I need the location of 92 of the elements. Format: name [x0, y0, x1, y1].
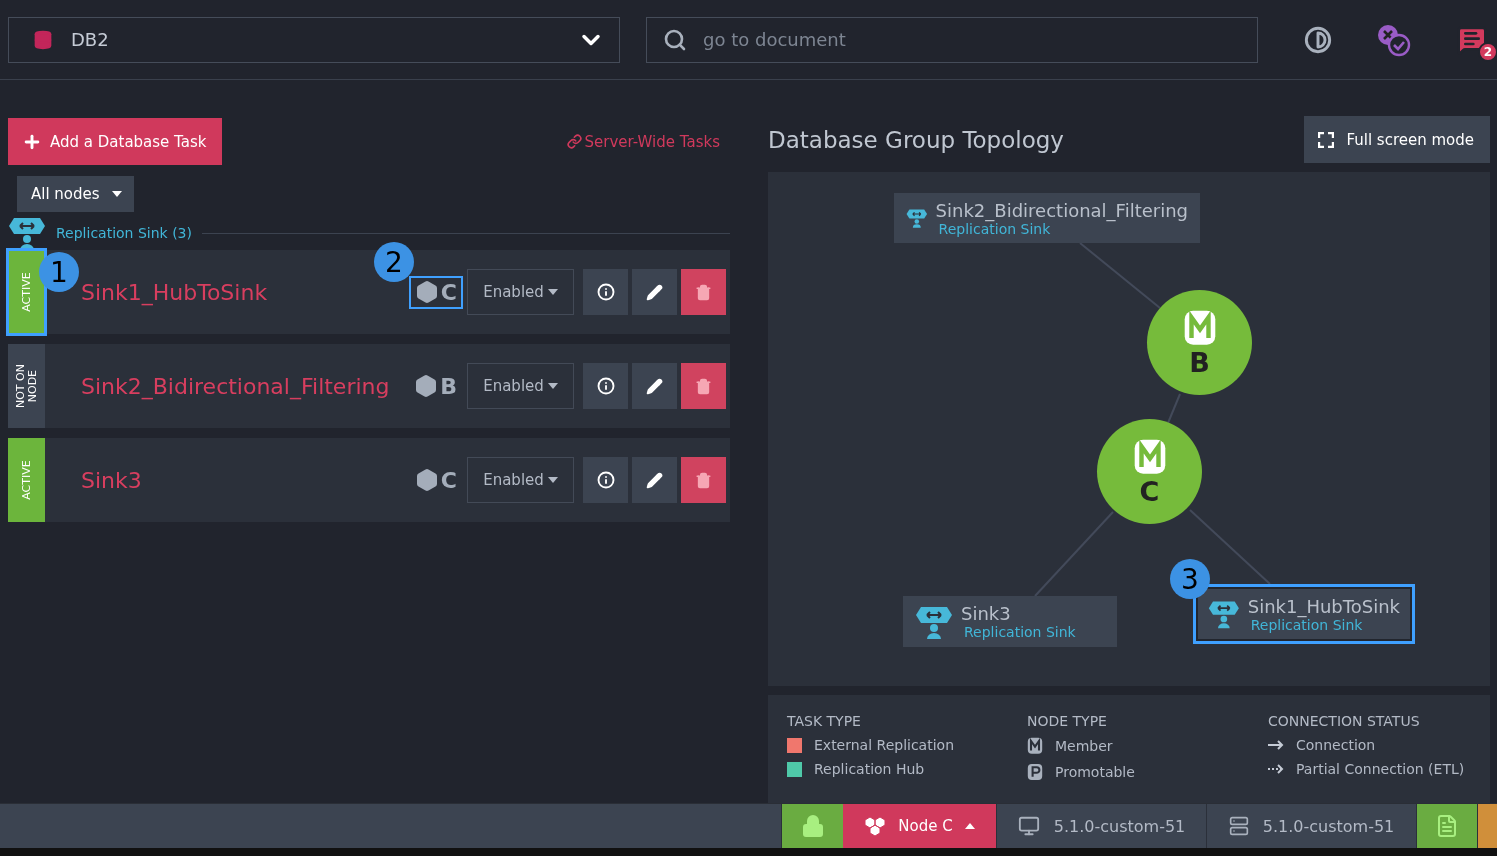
- legend-label: Connection: [1296, 737, 1376, 753]
- database-selector[interactable]: DB2: [8, 16, 620, 63]
- state-dropdown[interactable]: Enabled: [467, 363, 574, 409]
- caret-icon: [547, 477, 558, 483]
- database-node[interactable]: B: [1147, 290, 1252, 395]
- add-task-button[interactable]: Add a Database Task: [8, 118, 223, 165]
- member-icon: [1027, 737, 1043, 755]
- status-block[interactable]: [1477, 804, 1497, 848]
- caret-icon: [547, 289, 558, 295]
- info-button[interactable]: [583, 363, 628, 409]
- lock-icon: [800, 814, 825, 838]
- node-selector[interactable]: Node C: [843, 804, 996, 848]
- full-screen-button[interactable]: Full screen mode: [1304, 116, 1490, 163]
- task-status: ACTIVE: [20, 459, 33, 502]
- hexagon-icon: [414, 468, 439, 492]
- task-node-name: Sink2_Bidirectional_Filtering: [935, 199, 1188, 221]
- contrast-icon[interactable]: [1304, 25, 1332, 54]
- group-title: Replication Sink (3): [56, 225, 192, 241]
- client-version-text: 5.1.0-custom-51: [1053, 816, 1186, 836]
- caret-up-icon: [964, 823, 975, 829]
- legend-label: Replication Hub: [814, 761, 925, 777]
- trash-icon: [695, 283, 712, 301]
- trash-icon: [695, 471, 712, 489]
- task-node-type: Replication Sink: [964, 624, 1076, 640]
- task-status: ACTIVE: [20, 271, 33, 314]
- hexagon-icon: [414, 280, 439, 304]
- database-name: DB2: [71, 29, 109, 50]
- pencil-icon: [646, 283, 663, 301]
- pencil-icon: [646, 471, 663, 489]
- task-node-type: Replication Sink: [938, 220, 1051, 237]
- search-icon: [663, 27, 687, 52]
- legend-label: Member: [1055, 737, 1113, 754]
- server-icon: [1228, 816, 1249, 836]
- task-node[interactable]: Sink2_Bidirectional_Filtering Replication Sink: [894, 193, 1200, 243]
- task-name[interactable]: Sink3: [81, 467, 142, 493]
- node-letter: C: [440, 279, 457, 305]
- task-name[interactable]: Sink1_HubToSink: [81, 279, 268, 305]
- info-button[interactable]: [583, 269, 628, 315]
- hexagon-icon: [414, 374, 439, 398]
- callout-number: 2: [374, 242, 414, 282]
- link-icon: [566, 134, 582, 149]
- arrow-icon: [1268, 740, 1284, 750]
- server-version-text: 5.1.0-custom-51: [1262, 816, 1395, 836]
- server-wide-tasks-link[interactable]: Server-Wide Tasks: [566, 132, 720, 151]
- caret-icon: [111, 191, 122, 197]
- legend-label: External Replication: [814, 737, 954, 753]
- state-dropdown[interactable]: Enabled: [467, 269, 574, 315]
- caret-icon: [547, 383, 558, 389]
- document-icon: [1435, 814, 1459, 838]
- pencil-icon: [646, 377, 663, 395]
- member-icon: [1132, 438, 1167, 476]
- node-filter-dropdown[interactable]: All nodes: [17, 176, 134, 212]
- node-label: B: [1189, 348, 1210, 376]
- monitor-icon: [1017, 815, 1040, 837]
- legend-title: CONNECTION STATUS: [1268, 713, 1421, 729]
- edit-button[interactable]: [632, 363, 677, 409]
- legend-title: NODE TYPE: [1027, 713, 1108, 729]
- state-dropdown[interactable]: Enabled: [467, 457, 574, 503]
- callout-number: 3: [1170, 559, 1210, 599]
- legend-title: TASK TYPE: [787, 713, 862, 729]
- callout-number: 1: [39, 252, 79, 292]
- task-node-name: Sink1_HubToSink: [1247, 595, 1400, 617]
- node-label: C: [1139, 477, 1160, 505]
- edit-button[interactable]: [632, 269, 677, 315]
- dashed-arrow-icon: [1268, 764, 1284, 774]
- member-icon: [1182, 309, 1217, 347]
- cluster-icon: [864, 816, 887, 836]
- task-name[interactable]: Sink2_Bidirectional_Filtering: [81, 373, 390, 399]
- node-letter: C: [440, 467, 457, 493]
- conflict-icon[interactable]: [1376, 22, 1412, 57]
- legend-label: Partial Connection (ETL): [1296, 761, 1465, 777]
- trash-icon: [695, 377, 712, 395]
- task-node-type: Replication Sink: [1250, 616, 1363, 633]
- promotable-icon: [1027, 762, 1043, 781]
- database-node[interactable]: C: [1097, 419, 1202, 524]
- info-icon: [596, 283, 615, 301]
- node-letter: B: [440, 373, 457, 399]
- database-icon: [33, 29, 53, 50]
- info-icon: [596, 471, 615, 489]
- search-field[interactable]: go to document: [646, 16, 1258, 63]
- search-input[interactable]: go to document: [701, 28, 1241, 51]
- info-icon: [596, 377, 615, 395]
- task-node-name: Sink3: [961, 603, 1012, 624]
- connection-line: [1167, 393, 1181, 424]
- task-status: NOT ON NODE: [14, 363, 39, 410]
- fullscreen-icon: [1318, 131, 1335, 148]
- edit-button[interactable]: [632, 457, 677, 503]
- legend-label: Promotable: [1055, 763, 1135, 780]
- notification-count: 2: [1478, 41, 1497, 62]
- topology-title: Database Group Topology: [768, 126, 1064, 153]
- task-node[interactable]: Sink3 Replication Sink: [903, 596, 1117, 647]
- info-button[interactable]: [583, 457, 628, 503]
